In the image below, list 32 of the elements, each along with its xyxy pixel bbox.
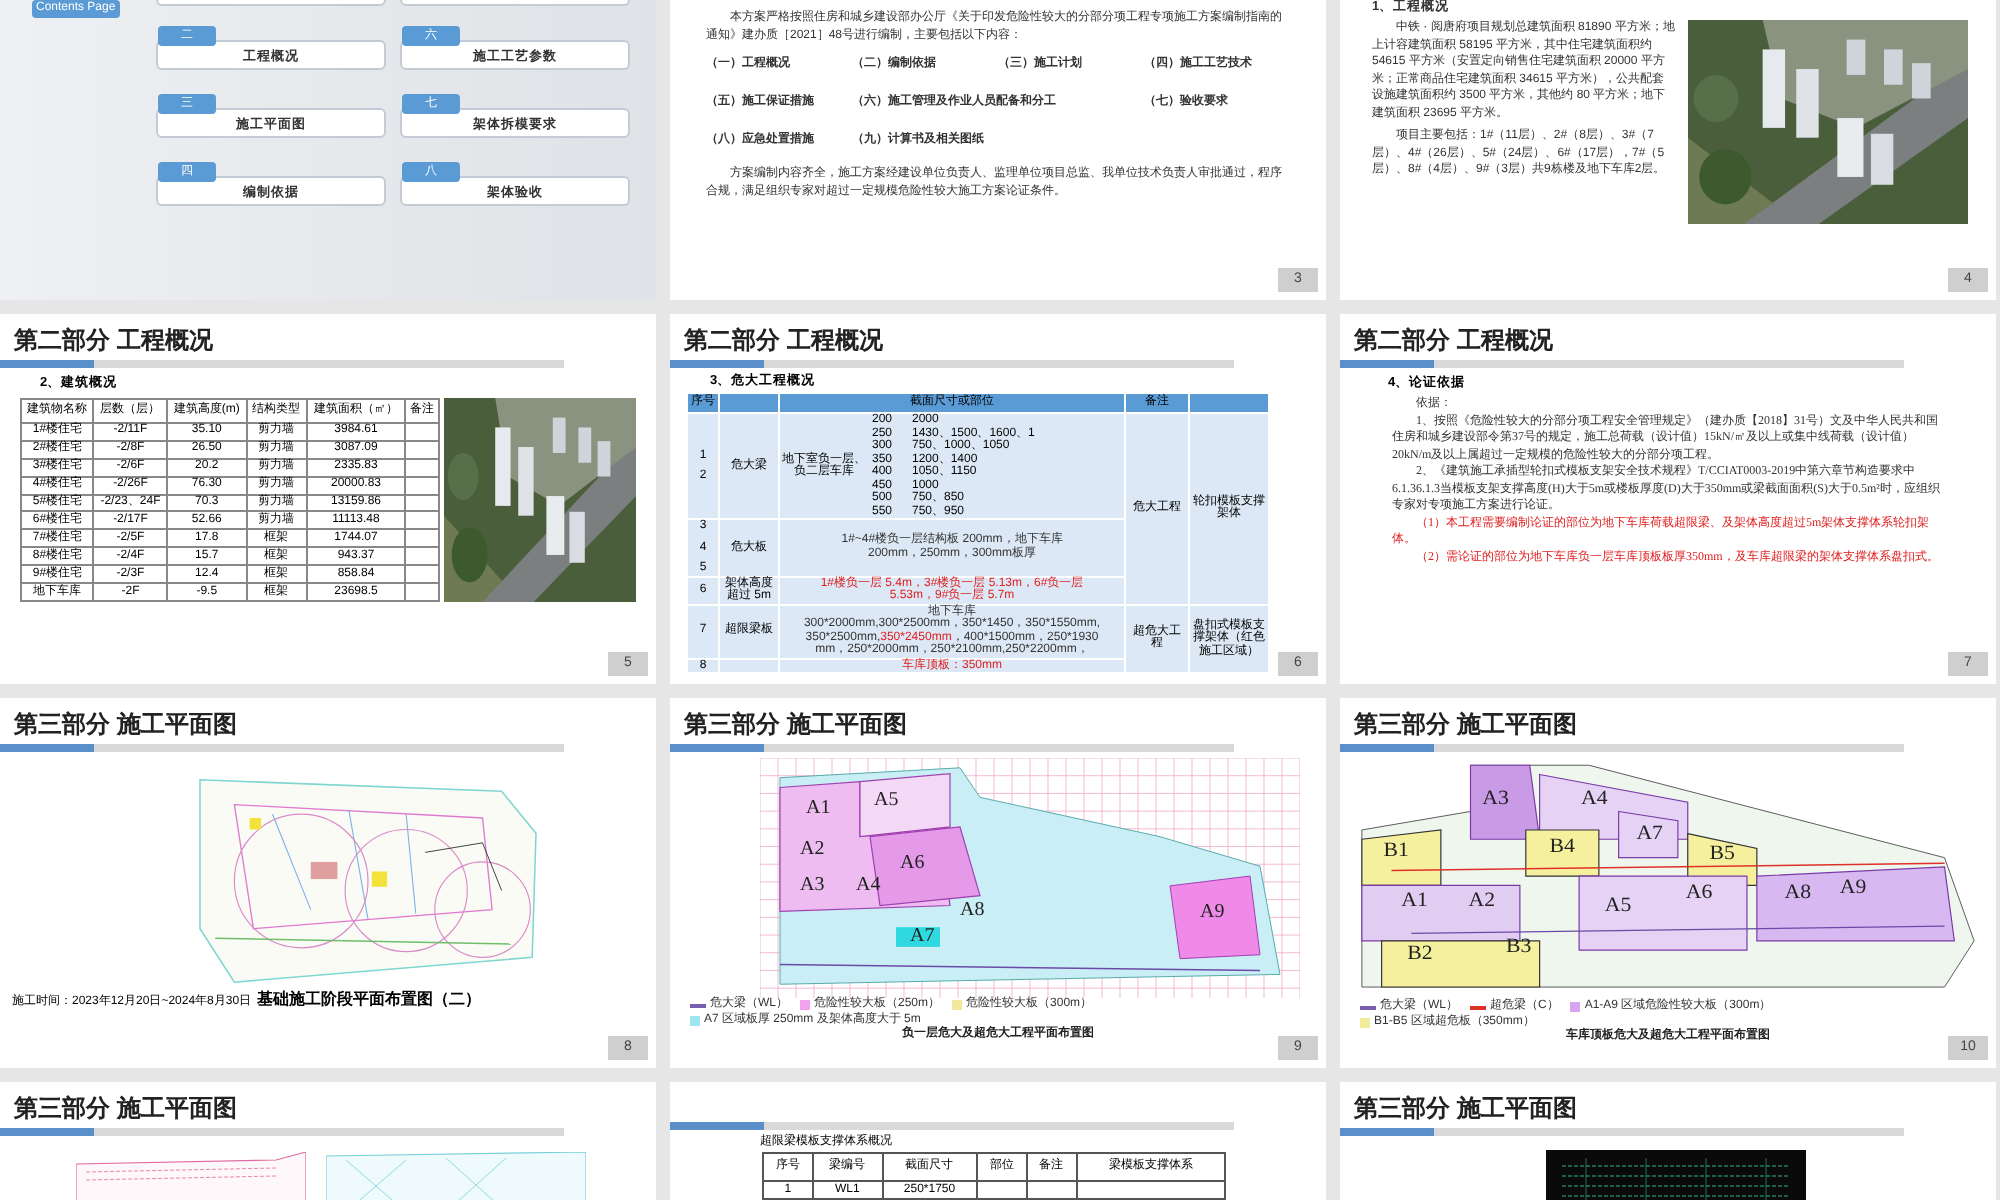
zone-label: B5 bbox=[1709, 844, 1735, 866]
drawing-caption: 基础施工阶段平面布置图（二） bbox=[257, 990, 482, 1010]
zone-label: A6 bbox=[1685, 882, 1713, 905]
zone-label: A5 bbox=[1604, 895, 1632, 918]
zone-label: A8 bbox=[960, 899, 985, 922]
zone-label: B2 bbox=[1407, 943, 1433, 966]
zone-label: A1 bbox=[806, 797, 831, 820]
zone-label: A7 bbox=[1636, 823, 1663, 845]
slide-title: 第三部分 施工平面图 bbox=[12, 1092, 239, 1126]
slide-title: 第二部分 工程概况 bbox=[1352, 324, 1555, 358]
slide-title: 第二部分 工程概况 bbox=[12, 324, 215, 358]
zone-label: A6 bbox=[900, 852, 925, 875]
zone-label: A2 bbox=[1468, 890, 1496, 912]
zone-label: A5 bbox=[874, 789, 899, 812]
zone-label: A1 bbox=[1401, 890, 1428, 912]
zone-label: A9 bbox=[1839, 877, 1867, 899]
slide-title: 第三部分 施工平面图 bbox=[682, 708, 909, 742]
zone-label: A8 bbox=[1784, 882, 1812, 905]
zone-label: A4 bbox=[1581, 788, 1608, 810]
zone-label: B1 bbox=[1383, 840, 1409, 862]
zone-label: A2 bbox=[800, 838, 825, 861]
slide-title: 第三部分 施工平面图 bbox=[1352, 1092, 1579, 1126]
zone-label: B4 bbox=[1549, 836, 1575, 858]
slide-title: 第三部分 施工平面图 bbox=[12, 708, 239, 742]
slide-title: 第三部分 施工平面图 bbox=[1352, 708, 1579, 742]
zone-label: A7 bbox=[910, 925, 935, 947]
zone-label: A9 bbox=[1200, 901, 1225, 924]
zone-label: B3 bbox=[1506, 936, 1532, 958]
zone-label: A3 bbox=[800, 873, 825, 896]
slide-title: 第二部分 工程概况 bbox=[682, 324, 885, 358]
zone-label: A3 bbox=[1482, 788, 1509, 810]
zone-label: A4 bbox=[856, 873, 881, 896]
